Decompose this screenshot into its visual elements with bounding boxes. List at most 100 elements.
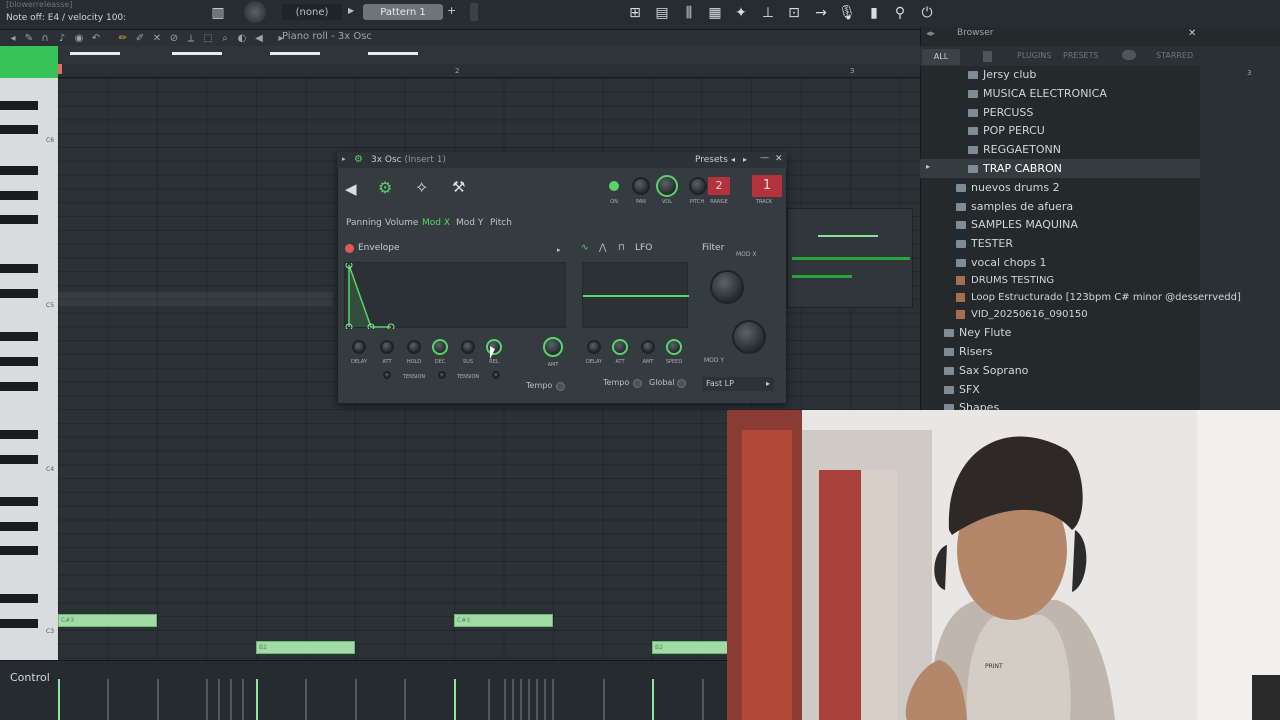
- file-icon[interactable]: ▮: [863, 2, 885, 24]
- playback-icon[interactable]: ◐: [235, 31, 249, 45]
- envelope-arrow-icon[interactable]: ▸: [557, 246, 561, 254]
- browser-folder[interactable]: MUSICA ELECTRONICA: [968, 87, 1107, 100]
- cloud-icon[interactable]: [1122, 50, 1136, 60]
- velocity-bar[interactable]: [305, 679, 307, 720]
- note[interactable]: C#3: [58, 614, 157, 627]
- prev-preset-icon[interactable]: ◂: [731, 155, 735, 164]
- channel-select[interactable]: (none): [282, 4, 342, 20]
- env-att-knob[interactable]: [380, 340, 394, 354]
- play-arrow-icon[interactable]: ▶: [348, 6, 356, 15]
- browser-folder[interactable]: SAMPLES MAQUINA: [956, 218, 1078, 231]
- envelope-graph[interactable]: [344, 262, 566, 329]
- black-key[interactable]: [0, 101, 38, 110]
- browser-folder[interactable]: samples de afuera: [956, 200, 1073, 213]
- browser-nav-icon[interactable]: ◂▸: [926, 29, 935, 39]
- vol-knob[interactable]: [656, 175, 678, 197]
- velocity-bar[interactable]: [544, 679, 546, 720]
- note[interactable]: B2: [652, 641, 732, 654]
- close-icon[interactable]: ✕: [1188, 28, 1196, 39]
- velocity-bar[interactable]: [652, 679, 654, 720]
- gear-settings-icon[interactable]: ⚙: [378, 178, 392, 197]
- browser-folder[interactable]: Risers: [944, 345, 992, 358]
- arrow-left-icon[interactable]: ◂: [6, 31, 20, 45]
- tab-presets[interactable]: PRESETS: [1063, 51, 1099, 60]
- black-key[interactable]: [0, 215, 38, 224]
- plugin-picker-icon[interactable]: ✦: [730, 2, 752, 24]
- triangle-shape-icon[interactable]: ⋀: [599, 243, 606, 253]
- browser-folder[interactable]: SFX: [944, 383, 980, 396]
- browser-folder[interactable]: POP PERCU: [968, 124, 1045, 137]
- black-key[interactable]: [0, 332, 38, 341]
- lfo-tempo-toggle[interactable]: [633, 379, 642, 388]
- file-tab-icon[interactable]: [983, 51, 992, 62]
- release-tension-knob[interactable]: [492, 371, 500, 379]
- undo-icon[interactable]: ↶: [89, 31, 103, 45]
- tab-plugins[interactable]: PLUGINS: [1017, 51, 1051, 60]
- velocity-bar[interactable]: [157, 679, 159, 720]
- timeline-ruler[interactable]: 2 3: [58, 46, 920, 78]
- velocity-bar[interactable]: [404, 679, 406, 720]
- pitch-knob[interactable]: [689, 177, 707, 195]
- power-icon[interactable]: ⏻: [916, 2, 938, 24]
- black-key[interactable]: [0, 125, 38, 134]
- browser-folder[interactable]: Shapes: [944, 401, 999, 410]
- black-key[interactable]: [0, 191, 38, 200]
- pin-icon[interactable]: ⊥: [757, 2, 779, 24]
- velocity-bar[interactable]: [702, 679, 704, 720]
- expand-arrow-icon[interactable]: ▸: [926, 162, 930, 171]
- env-dec-knob[interactable]: [432, 339, 448, 355]
- velocity-bar[interactable]: [520, 679, 522, 720]
- typing-keyboard-icon[interactable]: ▥: [207, 2, 229, 24]
- velocity-bar[interactable]: [488, 679, 490, 720]
- filter-mod-y-knob[interactable]: [732, 320, 766, 354]
- black-key[interactable]: [0, 357, 38, 366]
- browser-folder-selected[interactable]: TRAP CABRON: [968, 162, 1062, 175]
- control-target-label[interactable]: Control: [10, 671, 50, 684]
- lfo-amt-knob[interactable]: [641, 340, 655, 354]
- black-key[interactable]: [0, 546, 38, 555]
- playhead-marker[interactable]: [58, 64, 62, 74]
- brush-icon[interactable]: ✐: [133, 31, 147, 45]
- speaker-icon[interactable]: ◀: [345, 180, 357, 198]
- plugin-menu-arrow-icon[interactable]: ▸: [342, 155, 346, 163]
- minimize-icon[interactable]: —: [760, 153, 769, 163]
- velocity-bar[interactable]: [206, 679, 208, 720]
- tab-pitch[interactable]: Pitch: [490, 218, 512, 228]
- tab-starred[interactable]: STARRED: [1156, 51, 1193, 60]
- browser-folder[interactable]: vocal chops 1: [956, 256, 1047, 269]
- black-key[interactable]: [0, 619, 38, 628]
- browser-folder[interactable]: Jersy club: [968, 68, 1036, 81]
- lfo-speed-knob[interactable]: [666, 339, 682, 355]
- pencil-icon[interactable]: ✏: [116, 31, 130, 45]
- record-icon[interactable]: ◉: [72, 31, 86, 45]
- velocity-bar[interactable]: [552, 679, 554, 720]
- velocity-bar[interactable]: [107, 679, 109, 720]
- speaker-icon[interactable]: ◀: [252, 31, 266, 45]
- tools-icon[interactable]: ✎: [22, 31, 36, 45]
- pattern-slider[interactable]: [470, 3, 478, 21]
- bell-icon[interactable]: ⚲: [889, 2, 911, 24]
- env-delay-knob[interactable]: [352, 340, 366, 354]
- pattern-selector[interactable]: Pattern 1: [363, 4, 443, 20]
- magnet-icon[interactable]: ∩: [38, 31, 52, 45]
- lfo-delay-knob[interactable]: [587, 340, 601, 354]
- filter-mod-x-knob[interactable]: [710, 270, 744, 304]
- master-volume-knob[interactable]: [244, 1, 266, 23]
- black-key[interactable]: [0, 166, 38, 175]
- mixer-icon[interactable]: ⫼: [678, 2, 700, 24]
- track-display[interactable]: 1: [752, 175, 782, 197]
- attack-tension-knob[interactable]: [383, 371, 391, 379]
- channel-rack-icon[interactable]: ▤: [651, 2, 673, 24]
- black-key[interactable]: [0, 382, 38, 391]
- note[interactable]: B2: [256, 641, 355, 654]
- velocity-bar[interactable]: [528, 679, 530, 720]
- browser-folder[interactable]: REGGAETONN: [968, 143, 1061, 156]
- arrow-right-icon[interactable]: →: [810, 2, 832, 24]
- black-key[interactable]: [0, 522, 38, 531]
- velocity-bar[interactable]: [58, 679, 60, 720]
- velocity-bar[interactable]: [218, 679, 220, 720]
- browser-folder[interactable]: TESTER: [956, 237, 1013, 250]
- browser-file[interactable]: VID_20250616_090150: [956, 309, 1088, 320]
- env-hold-knob[interactable]: [407, 340, 421, 354]
- next-preset-icon[interactable]: ▸: [743, 155, 747, 164]
